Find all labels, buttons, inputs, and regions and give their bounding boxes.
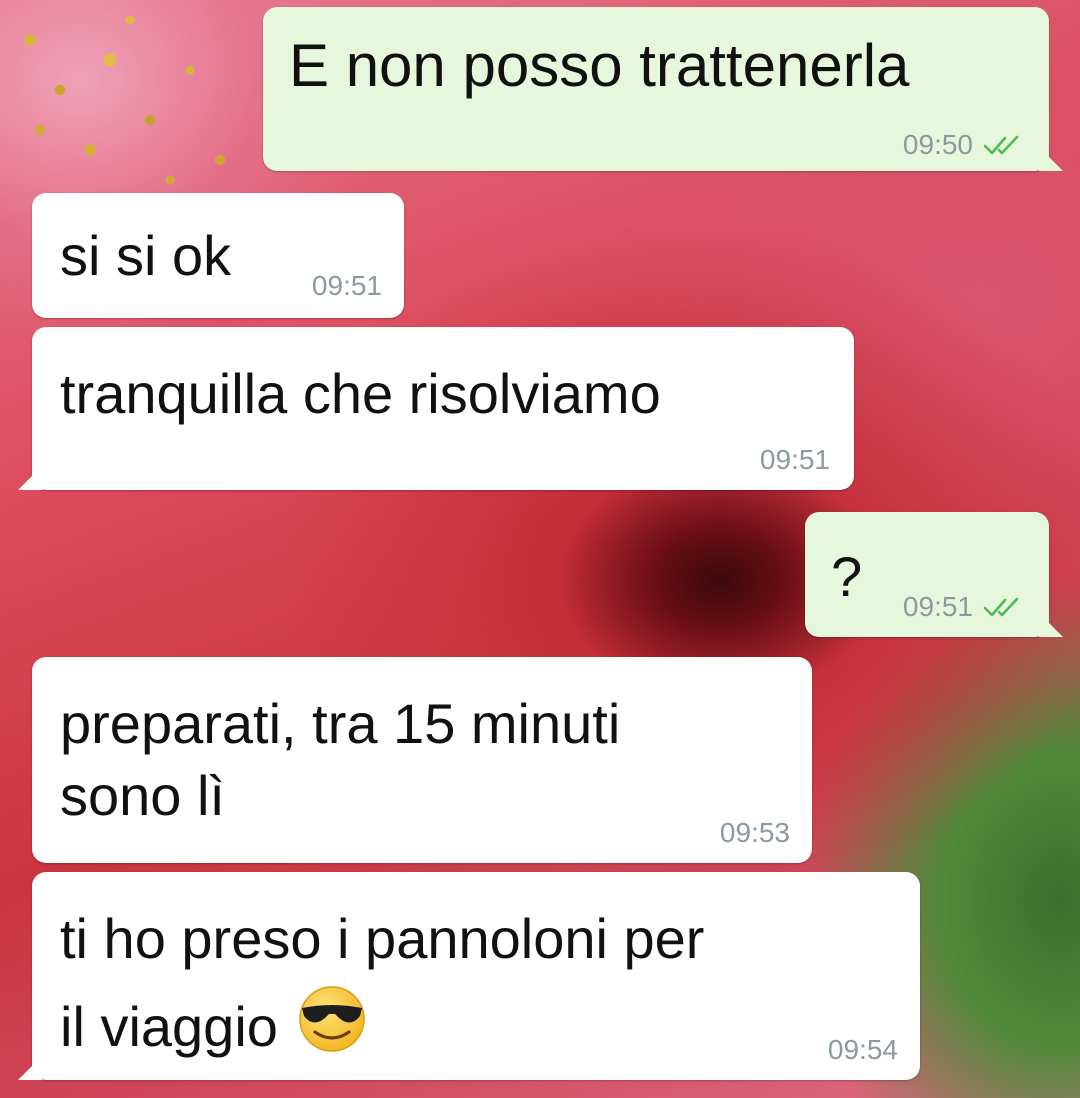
message-text: E non posso trattenerla bbox=[289, 32, 910, 99]
message-text: ? bbox=[831, 545, 863, 608]
message-meta: 09:50 bbox=[903, 129, 1027, 161]
double-check-icon bbox=[983, 135, 1019, 155]
message-time: 09:51 bbox=[311, 270, 382, 301]
message-bubble-incoming[interactable]: tranquilla che risolviamo 09:51 bbox=[18, 327, 854, 490]
smiling-face-with-sunglasses-icon bbox=[299, 986, 366, 1052]
message-time: 09:50 bbox=[902, 129, 973, 160]
message-meta: 09:53 bbox=[720, 817, 790, 849]
message-time: 09:54 bbox=[827, 1034, 898, 1065]
message-text-line-with-emoji: il viaggio bbox=[60, 984, 371, 1066]
message-text: si si ok bbox=[60, 224, 232, 287]
message-text-line: il viaggio bbox=[60, 995, 278, 1058]
message-meta: 09:54 bbox=[828, 1034, 898, 1066]
message-meta: 09:51 bbox=[903, 591, 1027, 623]
message-text-line: sono lì bbox=[60, 764, 225, 827]
message-meta: 09:51 bbox=[760, 444, 830, 476]
message-text-line: preparati, tra 15 minuti bbox=[60, 692, 621, 755]
message-bubble-outgoing[interactable]: ? 09:51 bbox=[805, 512, 1063, 637]
message-time: 09:51 bbox=[902, 591, 973, 622]
message-bubble-incoming[interactable]: preparati, tra 15 minuti sono lì 09:53 bbox=[32, 657, 812, 863]
message-text: tranquilla che risolviamo bbox=[60, 362, 661, 425]
message-text-line: ti ho preso i pannoloni per bbox=[60, 907, 705, 970]
message-bubble-outgoing[interactable]: E non posso trattenerla 09:50 bbox=[263, 7, 1063, 171]
message-bubble-incoming[interactable]: ti ho preso i pannoloni per il viaggio 0… bbox=[18, 872, 920, 1080]
message-time: 09:51 bbox=[759, 444, 830, 475]
message-meta: 09:51 bbox=[312, 270, 382, 302]
wallpaper-pollen bbox=[0, 0, 280, 200]
message-bubble-incoming[interactable]: si si ok 09:51 bbox=[32, 193, 404, 318]
double-check-icon bbox=[983, 597, 1019, 617]
message-time: 09:53 bbox=[719, 817, 790, 848]
